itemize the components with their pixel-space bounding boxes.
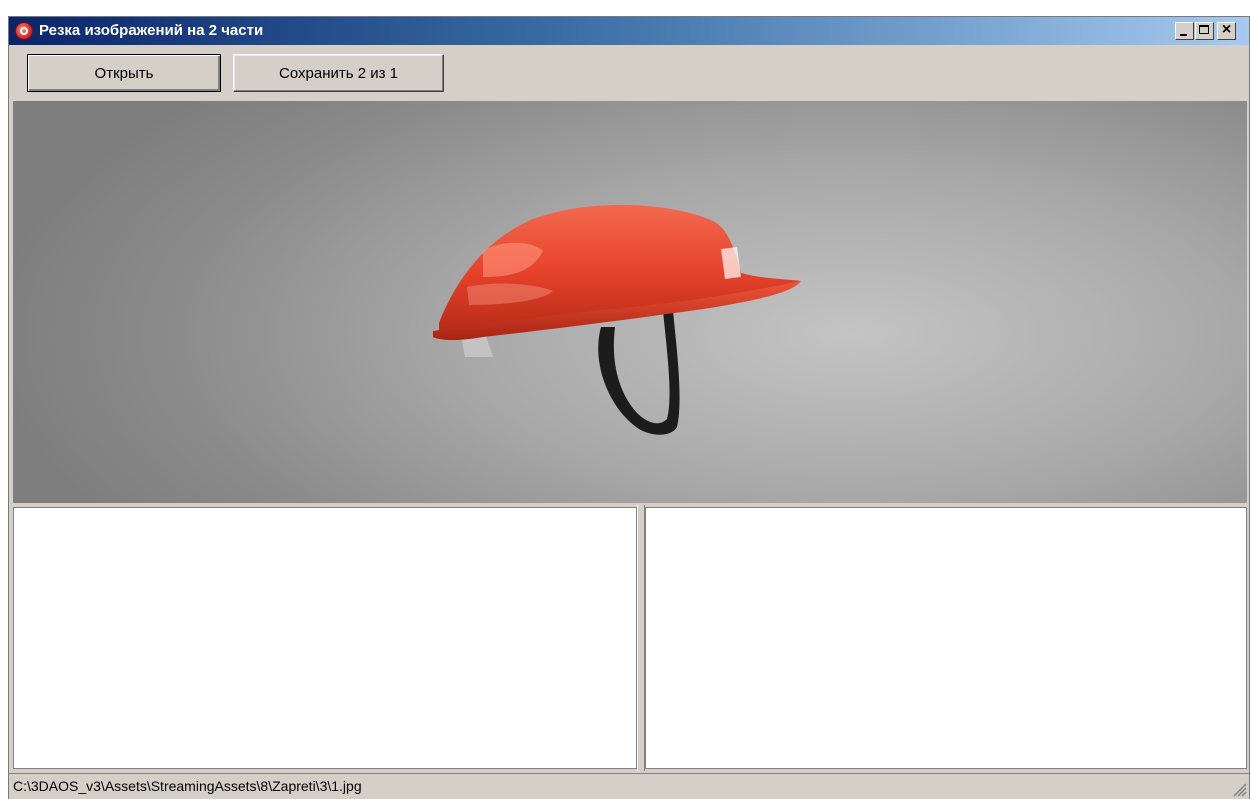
left-part-pane [13, 507, 637, 769]
resize-grip-icon[interactable] [1231, 781, 1247, 797]
app-icon [15, 22, 33, 40]
window-title: Резка изображений на 2 части [39, 22, 264, 39]
split-panes [13, 505, 1247, 771]
close-button[interactable]: × [1217, 21, 1236, 40]
app-window: Резка изображений на 2 части × Открыть С… [8, 16, 1250, 799]
open-button[interactable]: Открыть [27, 54, 221, 92]
minimize-button[interactable] [1175, 22, 1194, 40]
helmet-image [433, 204, 801, 435]
file-path: C:\3DAOS_v3\Assets\StreamingAssets\8\Zap… [13, 778, 362, 794]
status-bar: C:\3DAOS_v3\Assets\StreamingAssets\8\Zap… [9, 773, 1249, 799]
image-preview [13, 101, 1247, 503]
close-icon: × [1221, 21, 1232, 38]
save-button[interactable]: Сохранить 2 из 1 [233, 54, 444, 92]
right-part-pane [645, 507, 1247, 769]
title-bar[interactable]: Резка изображений на 2 части × [9, 17, 1249, 45]
maximize-button[interactable] [1195, 22, 1214, 40]
toolbar: Открыть Сохранить 2 из 1 [9, 45, 1249, 99]
pane-splitter[interactable] [637, 505, 645, 771]
